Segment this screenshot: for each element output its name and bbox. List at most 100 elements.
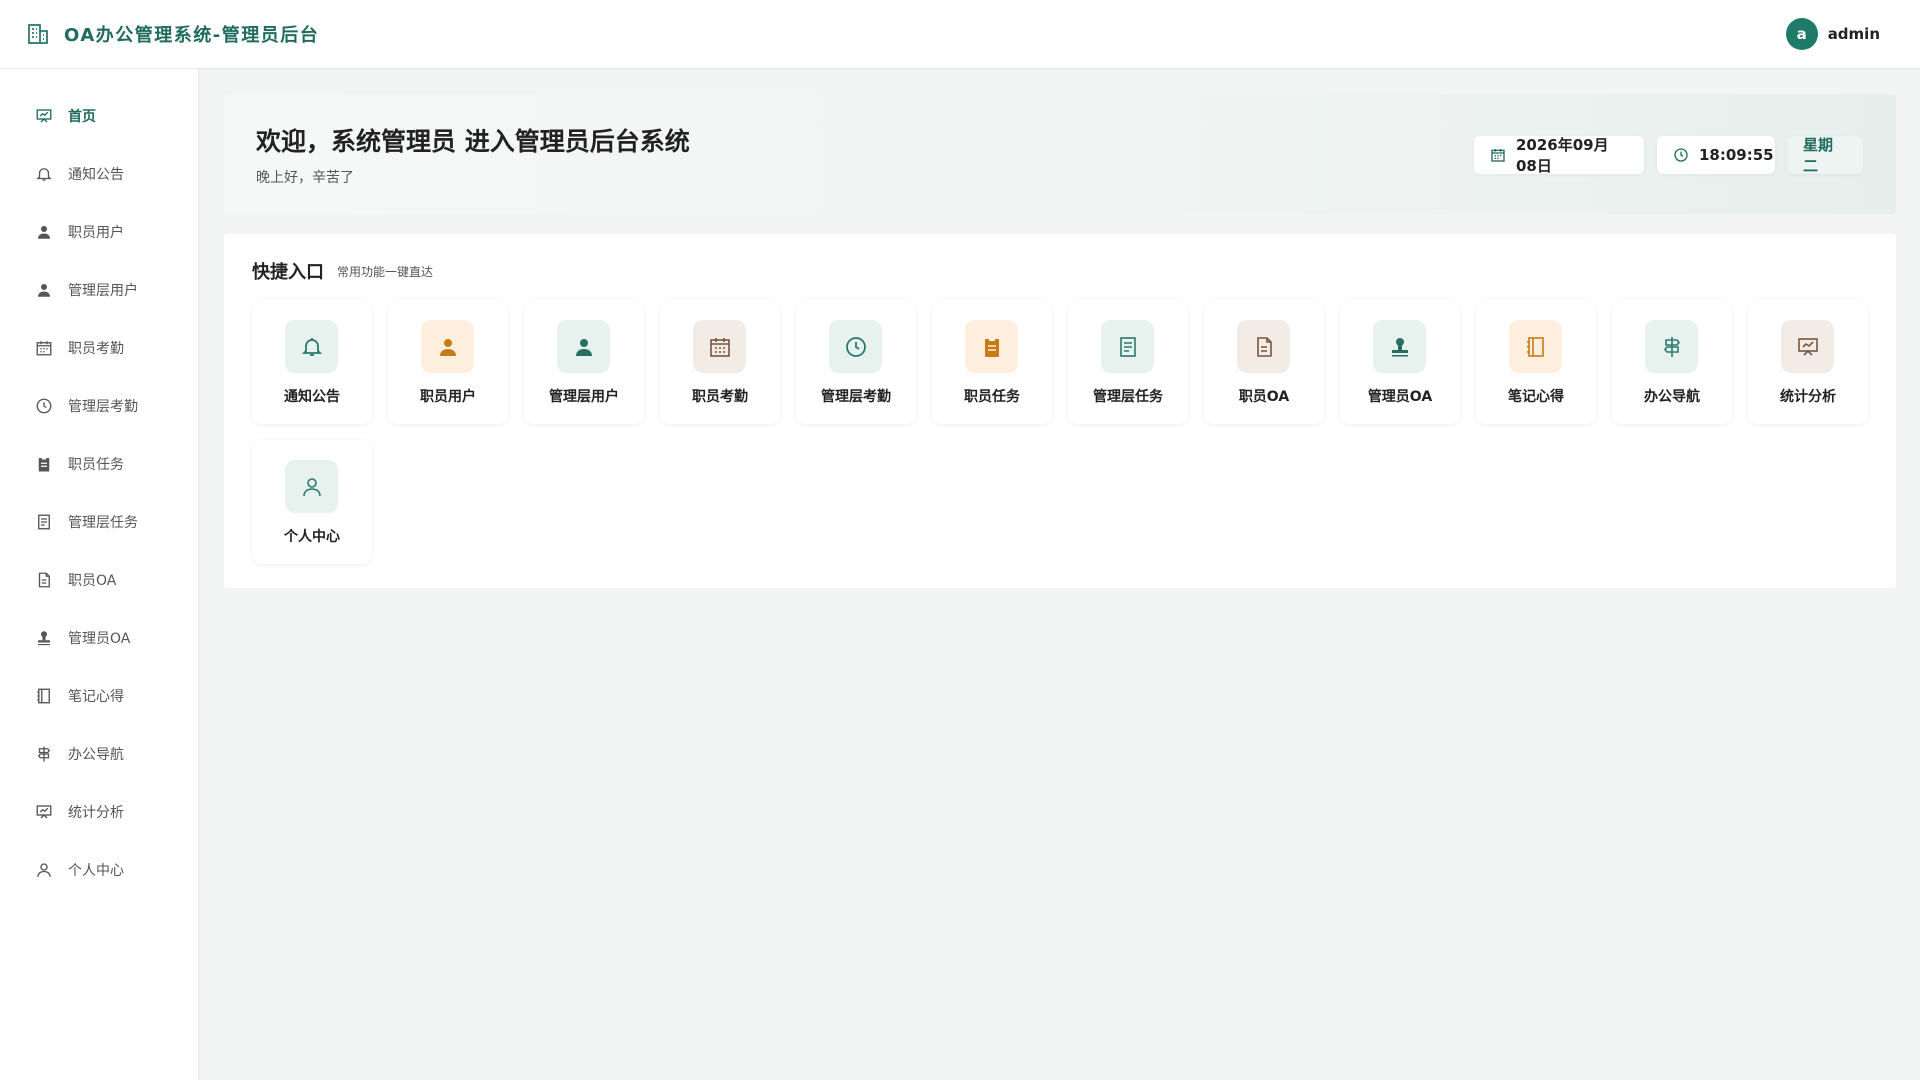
sidebar-item-label: 职员考勤: [68, 341, 124, 357]
welcome-title: 欢迎，系统管理员 进入管理员后台系统: [256, 127, 690, 156]
quick-card-notice[interactable]: 通知公告: [252, 300, 372, 424]
quick-card-label: 职员任务: [964, 389, 1020, 405]
bell-icon: [35, 165, 53, 183]
sidebar-item-label: 职员OA: [68, 573, 117, 589]
quick-card-label: 笔记心得: [1508, 389, 1564, 405]
sidebar-item-manager-attendance[interactable]: 管理层考勤: [0, 386, 199, 426]
sidebar-item-staff-attendance[interactable]: 职员考勤: [0, 328, 199, 368]
quick-entry-title: 快捷入口: [252, 262, 324, 283]
sidebar-item-staff-users[interactable]: 职员用户: [0, 212, 199, 252]
sidebar-item-staff-tasks[interactable]: 职员任务: [0, 444, 199, 484]
calendar-icon: [35, 339, 53, 357]
quick-card-label: 管理层考勤: [821, 389, 891, 405]
sidebar-item-office-nav[interactable]: 办公导航: [0, 734, 199, 774]
sidebar-item-manager-tasks[interactable]: 管理层任务: [0, 502, 199, 542]
quick-card-manager-users[interactable]: 管理层用户: [524, 300, 644, 424]
username[interactable]: admin: [1828, 25, 1880, 43]
stamp-icon: [35, 629, 53, 647]
building-icon: [26, 22, 50, 46]
sidebar-item-admin-oa[interactable]: 管理员OA: [0, 618, 199, 658]
quick-card-staff-attendance[interactable]: 职员考勤: [660, 300, 780, 424]
sidebar-item-home[interactable]: 首页: [0, 96, 199, 136]
quick-card-label: 办公导航: [1644, 389, 1700, 405]
sidebar-item-label: 办公导航: [68, 747, 124, 763]
quick-card-statistics[interactable]: 统计分析: [1748, 300, 1868, 424]
chart-board-icon: [35, 803, 53, 821]
quick-card-staff-oa[interactable]: 职员OA: [1204, 300, 1324, 424]
user-outline-icon: [35, 861, 53, 879]
quick-card-staff-users[interactable]: 职员用户: [388, 300, 508, 424]
sidebar-item-profile[interactable]: 个人中心: [0, 850, 199, 890]
sidebar-item-statistics[interactable]: 统计分析: [0, 792, 199, 832]
user-menu[interactable]: a admin: [1785, 18, 1880, 50]
quick-card-label: 统计分析: [1780, 389, 1836, 405]
avatar[interactable]: a: [1785, 18, 1818, 50]
notebook-icon: [1509, 320, 1562, 373]
quick-card-office-nav[interactable]: 办公导航: [1612, 300, 1732, 424]
sidebar-item-label: 管理层用户: [68, 283, 138, 299]
sidebar-item-label: 职员用户: [68, 225, 124, 241]
sidebar-item-notes[interactable]: 笔记心得: [0, 676, 199, 716]
welcome-subtitle: 晚上好，辛苦了: [256, 170, 354, 186]
sidebar-item-label: 管理层任务: [68, 515, 138, 531]
welcome-banner: 欢迎，系统管理员 进入管理员后台系统 晚上好，辛苦了 2026年09月08日 1…: [224, 94, 1896, 214]
quick-card-label: 通知公告: [284, 389, 340, 405]
quick-card-label: 职员用户: [420, 389, 476, 405]
quick-card-notes[interactable]: 笔记心得: [1476, 300, 1596, 424]
user-solid-icon: [557, 320, 610, 373]
clipboard-icon: [35, 455, 53, 473]
calendar-icon: [693, 320, 746, 373]
sidebar-item-label: 统计分析: [68, 805, 124, 821]
quick-card-admin-oa[interactable]: 管理员OA: [1340, 300, 1460, 424]
sidebar-item-label: 管理层考勤: [68, 399, 138, 415]
sidebar-item-label: 首页: [68, 109, 96, 125]
presentation-icon: [35, 107, 53, 125]
quick-card-profile[interactable]: 个人中心: [252, 440, 372, 564]
sidebar-item-notice[interactable]: 通知公告: [0, 154, 199, 194]
app-title: OA办公管理系统-管理员后台: [64, 25, 320, 46]
bell-icon: [285, 320, 338, 373]
notebook-icon: [35, 687, 53, 705]
sidebar-item-label: 笔记心得: [68, 689, 124, 705]
top-header: OA办公管理系统-管理员后台 a admin: [0, 0, 1920, 69]
sidebar-item-staff-oa[interactable]: 职员OA: [0, 560, 199, 600]
clock-icon: [1673, 147, 1689, 163]
chart-board-icon: [1781, 320, 1834, 373]
quick-entry-panel: 快捷入口 常用功能一键直达 通知公告 职员用户 管理层用户 职员考勤 管理层考勤…: [224, 234, 1896, 588]
time-text: 18:09:55: [1699, 146, 1774, 164]
quick-card-label: 职员OA: [1238, 389, 1290, 405]
quick-card-label: 管理层用户: [549, 389, 619, 405]
user-solid-icon: [35, 223, 53, 241]
file-icon: [35, 571, 53, 589]
quick-card-label: 管理员OA: [1367, 389, 1433, 405]
clock-icon: [35, 397, 53, 415]
signpost-icon: [1645, 320, 1698, 373]
quick-card-manager-attendance[interactable]: 管理层考勤: [796, 300, 916, 424]
sidebar: 首页 通知公告 职员用户 管理层用户 职员考勤 管理层考勤 职员任务 管理层任务…: [0, 69, 199, 1080]
quick-card-label: 个人中心: [284, 529, 340, 545]
quick-card-manager-tasks[interactable]: 管理层任务: [1068, 300, 1188, 424]
signpost-icon: [35, 745, 53, 763]
sidebar-item-label: 管理员OA: [68, 631, 131, 647]
weekday-badge: 星期二: [1787, 136, 1863, 175]
sidebar-item-manager-users[interactable]: 管理层用户: [0, 270, 199, 310]
sidebar-item-label: 个人中心: [68, 863, 124, 879]
date-text: 2026年09月08日: [1516, 136, 1609, 175]
quick-entry-subtitle: 常用功能一键直达: [337, 265, 434, 279]
document-icon: [35, 513, 53, 531]
user-solid-icon: [421, 320, 474, 373]
sidebar-item-label: 职员任务: [68, 457, 124, 473]
time-display: 18:09:55: [1657, 136, 1775, 174]
clipboard-icon: [965, 320, 1018, 373]
sidebar-item-label: 通知公告: [68, 167, 124, 183]
user-outline-icon: [285, 460, 338, 513]
quick-card-staff-tasks[interactable]: 职员任务: [932, 300, 1052, 424]
user-solid-icon: [35, 281, 53, 299]
quick-card-label: 管理层任务: [1093, 389, 1163, 405]
document-icon: [1101, 320, 1154, 373]
quick-card-label: 职员考勤: [692, 389, 748, 405]
stamp-icon: [1373, 320, 1426, 373]
brand[interactable]: OA办公管理系统-管理员后台: [26, 21, 319, 47]
date-display: 2026年09月08日: [1474, 136, 1644, 175]
calendar-icon: [1490, 147, 1506, 163]
